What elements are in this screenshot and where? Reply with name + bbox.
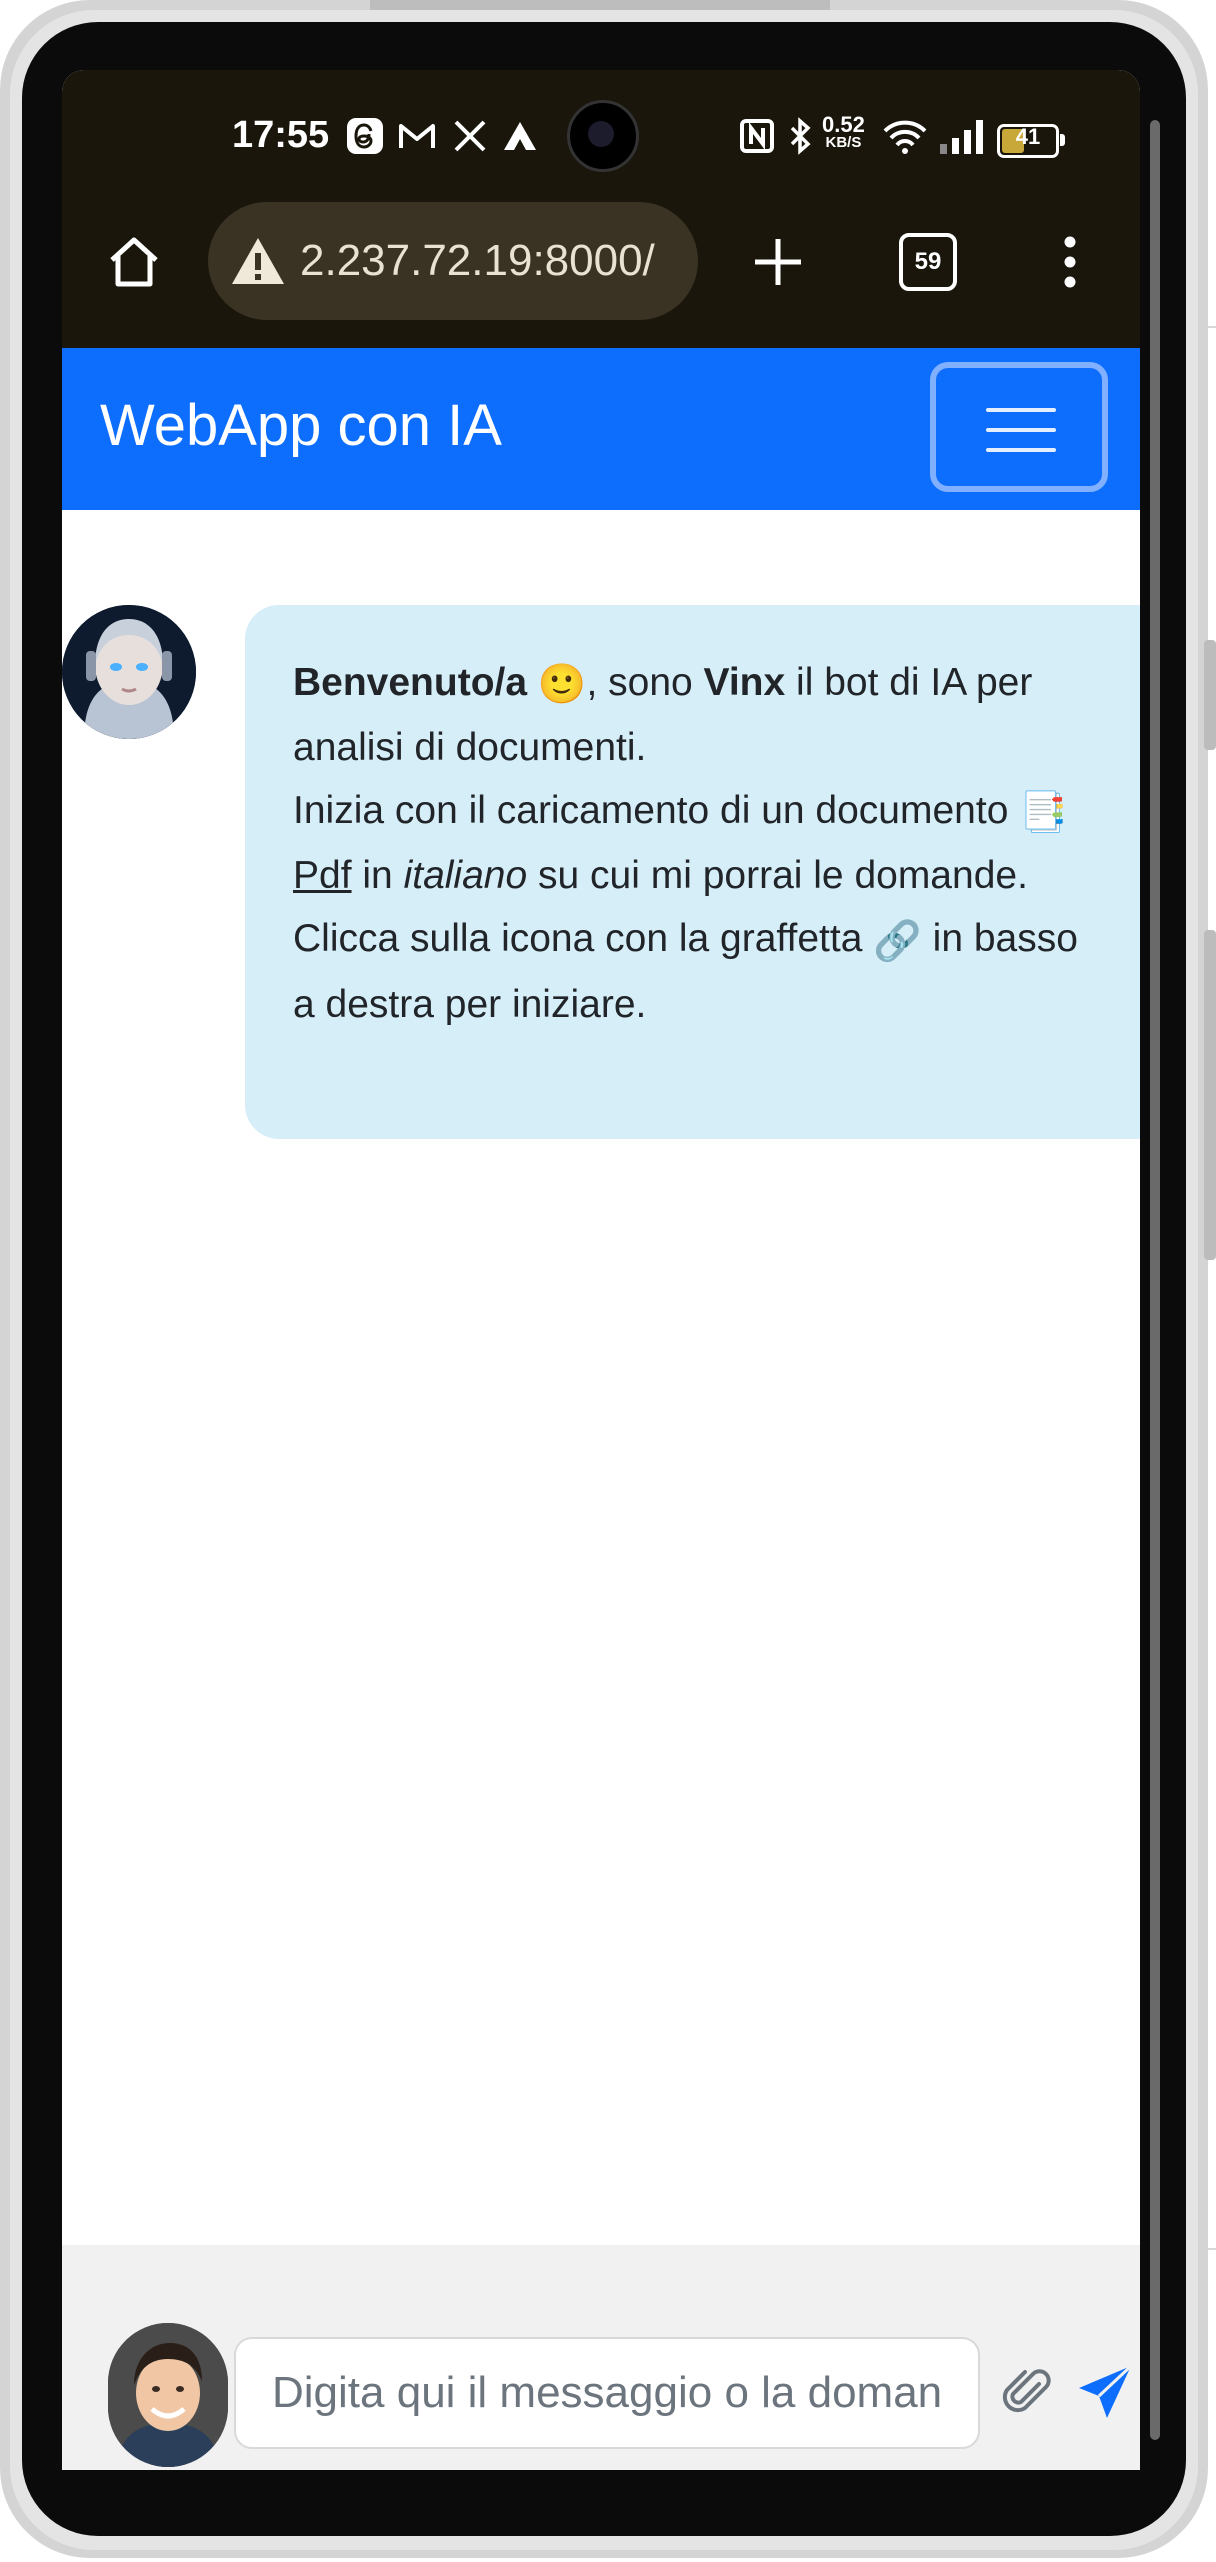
tabs-button[interactable]: 59: [888, 222, 968, 302]
paperclip-icon: [1002, 2369, 1051, 2413]
gmail-icon: [399, 124, 435, 148]
front-camera: [567, 100, 639, 172]
tabs-icon: 59: [899, 233, 957, 291]
user-avatar: [108, 2323, 228, 2467]
net-speed: 0.52 KB/S: [822, 112, 865, 152]
language-word: italiano: [403, 854, 528, 898]
send-icon: [1079, 2364, 1133, 2418]
warning-icon[interactable]: [228, 231, 288, 291]
document-emoji: 📑: [1019, 791, 1068, 835]
instruction-end: su cui mi porrai le domande.: [527, 854, 1028, 898]
bot-message-bubble: Benvenuto/a 🙂, sono Vinx il bot di IA pe…: [245, 605, 1140, 1139]
phone-screen: 17:55 0.52 KB/S 41 2.237.72.19:8000/ 59 …: [62, 70, 1140, 2470]
battery-level: 41: [1015, 124, 1041, 149]
greeting-text: , sono: [586, 661, 704, 704]
home-button[interactable]: [94, 222, 174, 302]
greeting-bold: Benvenuto/a: [293, 661, 528, 704]
message-input[interactable]: [234, 2337, 980, 2449]
new-tab-button[interactable]: [738, 222, 818, 302]
power-button: [1204, 930, 1216, 1260]
message-input-bar: [62, 2245, 1140, 2470]
app-icon: [504, 122, 536, 150]
wifi-icon: [883, 120, 927, 154]
navbar-brand[interactable]: WebApp con IA: [100, 392, 502, 459]
threads-icon: [347, 118, 383, 154]
browser-chrome: 17:55 0.52 KB/S 41 2.237.72.19:8000/ 59: [62, 70, 1140, 348]
bluetooth-icon: [790, 117, 811, 155]
hint-text: Clicca sulla icona con la graffetta: [293, 917, 874, 961]
bot-name: Vinx: [703, 661, 786, 704]
status-bar: 17:55 0.52 KB/S 41: [62, 70, 1140, 202]
bot-avatar: [62, 605, 196, 739]
phone-rim: [1150, 120, 1160, 2440]
navbar-toggler-button[interactable]: [930, 362, 1108, 492]
app-navbar: WebApp con IA: [62, 348, 1140, 510]
link-emoji: 🔗: [873, 919, 922, 963]
instruction-text: Inizia con il caricamento di un document…: [293, 789, 1020, 833]
bot-message-line3: Clicca sulla icona con la graffetta 🔗 in…: [293, 907, 1092, 1035]
chat-area: Benvenuto/a 🙂, sono Vinx il bot di IA pe…: [62, 510, 1140, 2310]
instruction-mid: in: [351, 854, 404, 898]
more-button[interactable]: [1030, 222, 1110, 302]
status-time: 17:55: [232, 114, 330, 156]
nfc-icon: [740, 119, 774, 153]
home-icon: [110, 237, 158, 287]
bot-message-line2: Inizia con il caricamento di un document…: [293, 779, 1092, 907]
send-button[interactable]: [1070, 2357, 1140, 2427]
bot-message-text: Benvenuto/a 🙂, sono Vinx il bot di IA pe…: [293, 651, 1092, 779]
volume-button: [1204, 640, 1216, 750]
new-tab-icon: [755, 239, 801, 285]
battery-icon: 41: [997, 124, 1065, 158]
pdf-word: Pdf: [293, 854, 352, 898]
more-icon: [1064, 236, 1076, 288]
address-bar[interactable]: 2.237.72.19:8000/: [208, 202, 698, 320]
attach-button[interactable]: [992, 2357, 1062, 2427]
smile-emoji: 🙂: [537, 663, 587, 707]
signal-icon: [940, 120, 983, 154]
x-icon: [454, 120, 486, 152]
url-text: 2.237.72.19:8000/: [300, 236, 655, 285]
